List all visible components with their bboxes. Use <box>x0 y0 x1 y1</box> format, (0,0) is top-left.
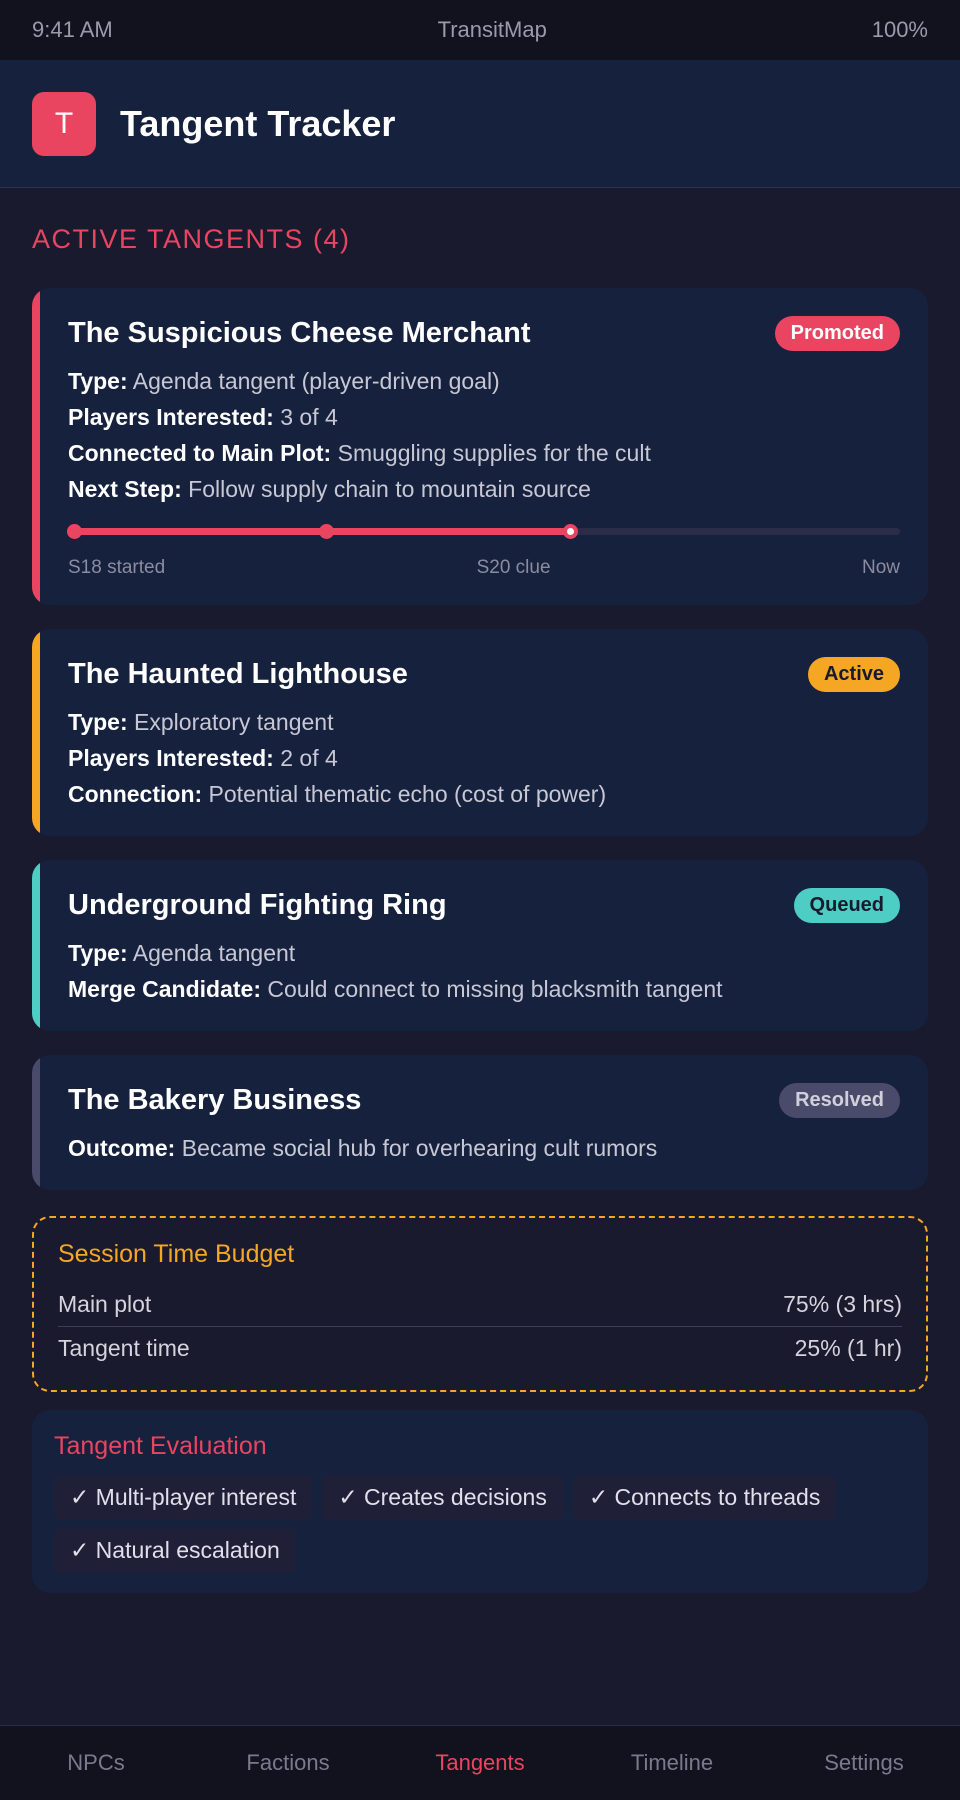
status-time: 9:41 AM <box>32 17 113 42</box>
tangent-field-type: Type: Exploratory tangent <box>68 709 334 735</box>
tangent-evaluation: Tangent Evaluation ✓ Multi-player intere… <box>32 1410 928 1593</box>
budget-label: Tangent time <box>58 1335 190 1361</box>
status-badge-active: Active <box>807 657 900 692</box>
nav-item-timeline[interactable]: Timeline <box>576 1750 768 1776</box>
timeline-label-clue: S20 clue <box>476 557 551 578</box>
timeline-marker-clue <box>319 524 334 539</box>
status-app-name: TransitMap <box>437 17 547 42</box>
tangent-title: The Haunted Lighthouse <box>68 658 408 690</box>
tangent-field-players: Players Interested: 2 of 4 <box>68 745 338 771</box>
timeline-marker-current <box>562 524 578 539</box>
tangent-timeline <box>67 521 900 541</box>
evaluation-chip: ✓ Connects to threads <box>572 1475 837 1520</box>
section-title: ACTIVE TANGENTS (4) <box>32 224 351 254</box>
timeline-label-start: S18 started <box>68 557 166 578</box>
app-logo: T <box>32 91 96 156</box>
evaluation-chips: ✓ Multi-player interest ✓ Creates decisi… <box>54 1475 906 1573</box>
tangent-field-players: Players Interested: 3 of 4 <box>68 404 338 430</box>
status-bar: 9:41 AM TransitMap 100% <box>0 0 960 60</box>
budget-value: 75% (3 hrs) <box>783 1291 902 1317</box>
budget-value: 25% (1 hr) <box>794 1335 902 1361</box>
evaluation-chip: ✓ Creates decisions <box>322 1475 563 1520</box>
status-badge-queued: Queued <box>793 888 900 923</box>
tangent-title: The Suspicious Cheese Merchant <box>68 317 531 349</box>
tangent-field-connection: Connection: Potential thematic echo (cos… <box>68 781 607 807</box>
budget-title: Session Time Budget <box>58 1240 295 1268</box>
tangent-card-cheese-merchant[interactable]: The Suspicious Cheese Merchant Promoted … <box>32 288 928 605</box>
tangent-card-fighting-ring[interactable]: Underground Fighting Ring Queued Type: A… <box>32 860 928 1031</box>
tangent-field-next-step: Next Step: Follow supply chain to mounta… <box>68 476 591 502</box>
nav-item-tangents[interactable]: Tangents <box>384 1750 576 1776</box>
budget-row-tangent-time: Tangent time 25% (1 hr) <box>58 1326 902 1370</box>
status-badge-resolved: Resolved <box>779 1083 900 1118</box>
tangent-title: The Bakery Business <box>68 1084 362 1116</box>
page-title: Tangent Tracker <box>120 102 396 144</box>
tangent-field-type: Type: Agenda tangent <box>68 940 296 966</box>
evaluation-chip: ✓ Natural escalation <box>54 1528 296 1573</box>
evaluation-chip: ✓ Multi-player interest <box>54 1475 313 1520</box>
timeline-label-now: Now <box>861 557 900 578</box>
nav-item-settings[interactable]: Settings <box>768 1750 960 1776</box>
tangent-field-outcome: Outcome: Became social hub for overheari… <box>68 1135 658 1161</box>
session-time-budget: Session Time Budget Main plot 75% (3 hrs… <box>32 1216 928 1392</box>
tangent-title: Underground Fighting Ring <box>68 889 447 921</box>
timeline-marker-start <box>67 524 82 539</box>
tangent-field-connection: Connected to Main Plot: Smuggling suppli… <box>68 440 651 466</box>
evaluation-title: Tangent Evaluation <box>54 1432 267 1460</box>
tangent-card-bakery-business[interactable]: The Bakery Business Resolved Outcome: Be… <box>32 1055 928 1190</box>
main-content: ACTIVE TANGENTS (4) The Suspicious Chees… <box>32 188 928 1593</box>
timeline-labels: S18 started S20 clue Now <box>68 557 900 579</box>
tangent-field-type: Type: Agenda tangent (player-driven goal… <box>68 368 500 394</box>
status-badge-promoted: Promoted <box>774 316 900 351</box>
tangent-field-merge-candidate: Merge Candidate: Could connect to missin… <box>68 976 723 1002</box>
status-battery: 100% <box>871 17 928 42</box>
nav-item-npcs[interactable]: NPCs <box>0 1750 192 1776</box>
app-header: T Tangent Tracker <box>0 60 960 188</box>
budget-label: Main plot <box>58 1291 152 1317</box>
nav-item-factions[interactable]: Factions <box>192 1750 384 1776</box>
budget-row-main-plot: Main plot 75% (3 hrs) <box>58 1283 902 1326</box>
tangent-card-haunted-lighthouse[interactable]: The Haunted Lighthouse Active Type: Expl… <box>32 629 928 836</box>
bottom-nav: NPCs Factions Tangents Timeline Settings <box>0 1725 960 1800</box>
